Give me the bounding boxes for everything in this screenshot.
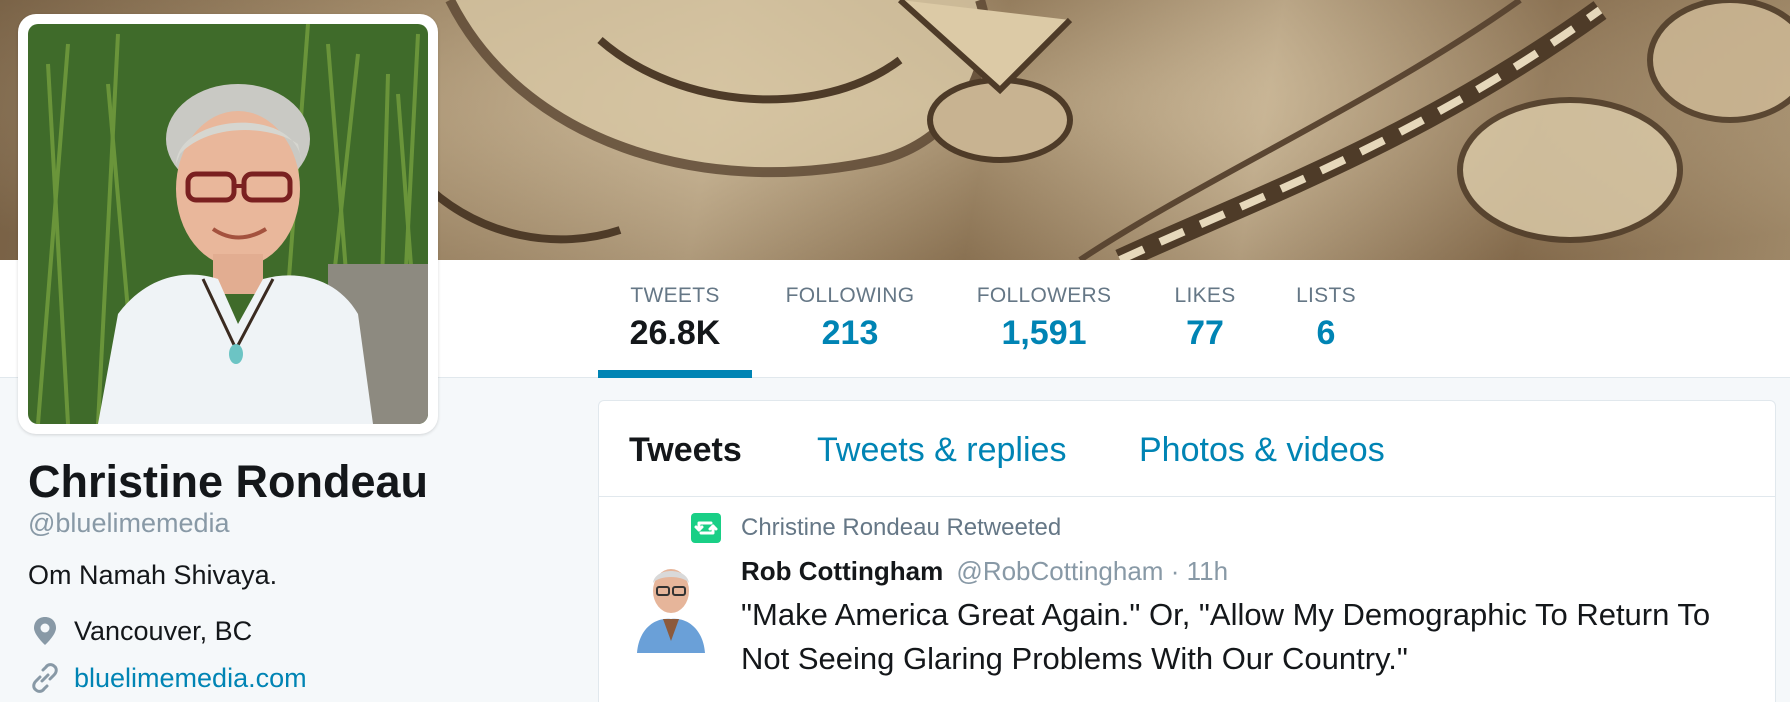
stat-tweets-value: 26.8K: [629, 314, 721, 352]
tab-tweets[interactable]: Tweets: [629, 431, 742, 470]
tab-tweets-replies[interactable]: Tweets & replies: [817, 431, 1066, 470]
link-icon: [32, 663, 58, 693]
stat-lists-label: LISTS: [1296, 284, 1356, 307]
profile-website[interactable]: bluelimemedia.com: [28, 661, 307, 695]
profile-website-link[interactable]: bluelimemedia.com: [74, 663, 307, 694]
stat-following-label: FOLLOWING: [785, 284, 915, 307]
profile-location: Vancouver, BC: [28, 614, 252, 648]
profile-bio: Om Namah Shivaya.: [28, 560, 278, 590]
stat-likes[interactable]: LIKES 77: [1166, 284, 1244, 353]
profile-avatar-frame[interactable]: [18, 14, 438, 434]
timeline-tabs: Tweets Tweets & replies Photos & videos: [599, 401, 1775, 497]
tweet-author-name[interactable]: Rob Cottingham: [741, 556, 943, 586]
stat-following[interactable]: FOLLOWING 213: [778, 284, 922, 353]
profile-handle[interactable]: @bluelimemedia: [28, 508, 230, 539]
timeline-card: Tweets Tweets & replies Photos & videos …: [598, 400, 1776, 702]
profile-name: Christine Rondeau: [28, 456, 429, 507]
retweet-context: Christine Rondeau Retweeted: [691, 513, 1061, 543]
active-stat-indicator: [598, 370, 752, 378]
map-pin-icon: [34, 617, 56, 645]
stat-tweets[interactable]: TWEETS 26.8K: [610, 284, 740, 353]
tweet-author-handle[interactable]: @RobCottingham: [956, 556, 1163, 586]
profile-location-text: Vancouver, BC: [74, 615, 253, 646]
stat-lists[interactable]: LISTS 6: [1290, 284, 1362, 353]
stat-tweets-label: TWEETS: [630, 284, 720, 307]
stat-following-value: 213: [821, 314, 879, 352]
stat-followers-label: FOLLOWERS: [976, 284, 1112, 307]
tweet-author-avatar[interactable]: [623, 557, 719, 653]
profile-page: TWEETS 26.8K FOLLOWING 213 FOLLOWERS 1,5…: [0, 0, 1790, 702]
tweet-timestamp[interactable]: · 11h: [1171, 556, 1228, 586]
tweet-header: Rob Cottingham @RobCottingham · 11h: [741, 556, 1228, 587]
tweet-text: "Make America Great Again." Or, "Allow M…: [741, 597, 1711, 676]
retweet-icon: [691, 513, 721, 543]
profile-avatar: [28, 24, 428, 424]
stat-lists-value: 6: [1316, 314, 1336, 352]
tab-photos-videos[interactable]: Photos & videos: [1139, 431, 1385, 470]
stat-followers[interactable]: FOLLOWERS 1,591: [970, 284, 1118, 353]
stat-followers-value: 1,591: [1001, 314, 1087, 352]
stat-likes-label: LIKES: [1174, 284, 1236, 307]
retweet-label[interactable]: Christine Rondeau Retweeted: [741, 514, 1061, 542]
stat-likes-value: 77: [1186, 314, 1224, 352]
